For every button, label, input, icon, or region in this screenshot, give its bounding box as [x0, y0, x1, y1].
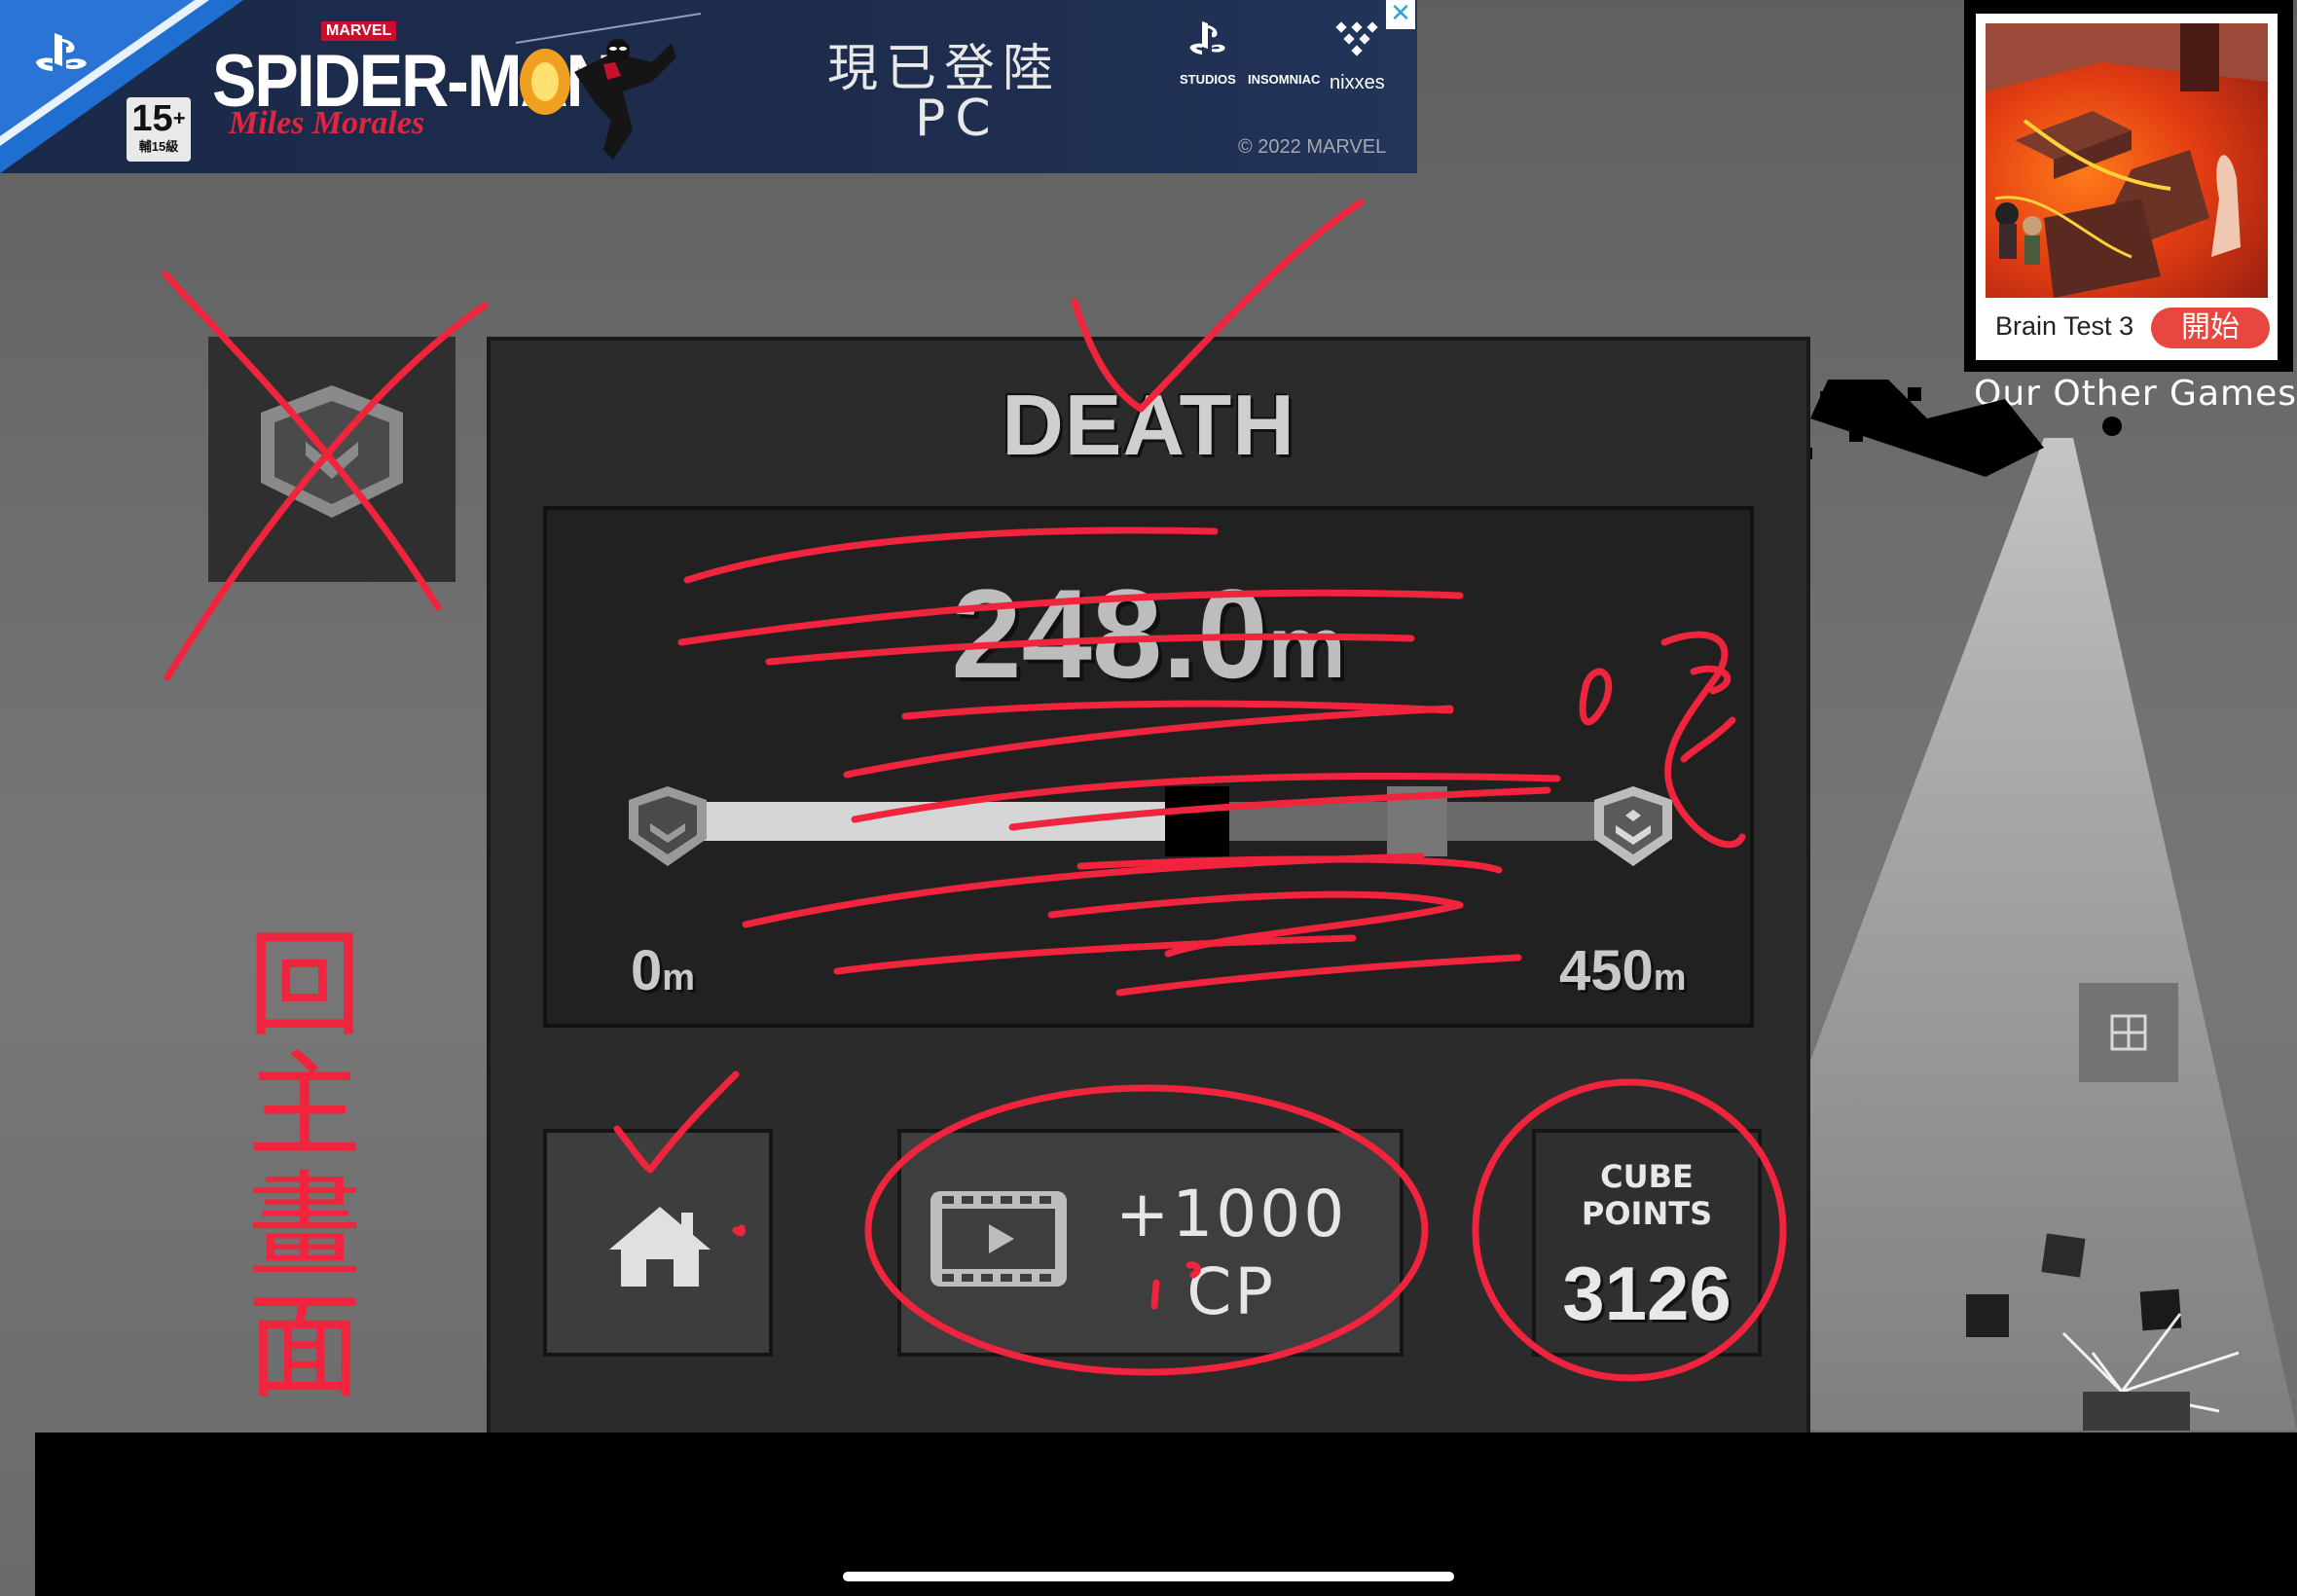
- reward-unit: CP: [1186, 1254, 1277, 1329]
- best-distance-marker: [1386, 786, 1447, 856]
- distance-value: 248.0: [951, 562, 1268, 705]
- spotlight-lens: [2102, 417, 2122, 436]
- cube-points-box: CUBE POINTS 3126: [1532, 1129, 1762, 1357]
- scale-end-value: 450: [1559, 939, 1654, 1002]
- promo-card-inner: Brain Test 3 開始: [1976, 14, 2278, 360]
- cp-reward-text: +1000 CP: [1115, 1176, 1347, 1331]
- studio-label: STUDIOS: [1180, 72, 1236, 87]
- distance-progress-fill: [693, 802, 1197, 841]
- death-title: DEATH: [1002, 377, 1295, 473]
- age-rating-badge: 15+ 輔15級: [127, 97, 191, 162]
- shield-badge-icon: [261, 385, 403, 518]
- watch-video-reward-button[interactable]: +1000 CP: [897, 1129, 1404, 1357]
- death-position-marker: [1164, 786, 1229, 856]
- playstation-logo-svg: [36, 33, 87, 71]
- insomniac-icon: [1248, 18, 1320, 72]
- goal-shield-icon: [1586, 780, 1680, 874]
- distance-readout: 248.0m: [547, 561, 1750, 707]
- playstation-studios-icon: [1180, 18, 1236, 72]
- scale-start-value: 0: [631, 939, 663, 1002]
- floating-cube: [2041, 1233, 2086, 1278]
- brain-test-3-thumbnail[interactable]: [1986, 23, 2268, 298]
- home-indicator-bar[interactable]: [843, 1572, 1454, 1581]
- distance-unit: m: [1267, 599, 1346, 697]
- home-button[interactable]: [543, 1129, 773, 1357]
- distance-box: 248.0m 0m 450m: [543, 506, 1754, 1028]
- scale-end-label: 450m: [1559, 938, 1687, 1003]
- studio-label: INSOMNIAC: [1248, 72, 1321, 87]
- playstation-logo-icon: [33, 29, 91, 90]
- grid-toggle-button[interactable]: [2079, 983, 2178, 1082]
- ps-studios-svg: [1189, 21, 1225, 54]
- ad-banner[interactable]: 15+ 輔15級 MARVEL SPIDER-MAN Miles Morales…: [0, 0, 1417, 173]
- insomniac-logo: INSOMNIAC: [1248, 18, 1320, 87]
- annotation-side-text: 回主畫面: [246, 918, 362, 1414]
- hero-figure-svg: [515, 13, 702, 160]
- death-panel: DEATH 248.0m 0m 450m +1000 CP CUBE POINT…: [487, 337, 1810, 1436]
- floating-cube: [1966, 1294, 2009, 1337]
- floating-cube: [2139, 1288, 2182, 1331]
- other-games-card[interactable]: Brain Test 3 開始: [1964, 0, 2293, 372]
- playstation-studios-logo: STUDIOS: [1180, 18, 1236, 87]
- reward-amount: +1000: [1115, 1177, 1348, 1251]
- cube-points-label: CUBE POINTS: [1581, 1158, 1713, 1232]
- spotlight-scenery: [1752, 380, 2297, 1431]
- ad-copyright: © 2022 MARVEL: [1238, 136, 1387, 158]
- start-shield-svg: [629, 786, 707, 866]
- goal-shield-svg: [1594, 786, 1672, 866]
- home-icon: [609, 1207, 711, 1287]
- distance-progress-track: [693, 786, 1608, 856]
- spider-man-hero-image: [506, 4, 720, 169]
- studio-label: nixxes: [1330, 72, 1385, 93]
- grid-icon: [2110, 1014, 2147, 1051]
- level-badge-button[interactable]: [208, 337, 456, 582]
- spotlight-body: [1810, 380, 2044, 477]
- promo-thumbnail-art: [1986, 23, 2268, 298]
- rating-plus: +: [172, 106, 186, 130]
- ad-subtitle: Miles Morales: [229, 105, 425, 141]
- cube-points-value: 3126: [1562, 1251, 1732, 1336]
- ad-platform: PC: [915, 90, 1001, 148]
- nixxes-svg: [1335, 21, 1379, 56]
- insomniac-svg: [1270, 21, 1289, 56]
- light-beam: [1752, 438, 2297, 1431]
- start-shield-icon: [621, 780, 714, 874]
- scale-unit: m: [662, 958, 696, 998]
- rating-sub: 輔15級: [138, 139, 179, 154]
- scale-unit: m: [1653, 958, 1687, 998]
- promo-start-button[interactable]: 開始: [2151, 308, 2270, 348]
- rating-number: 15: [131, 98, 173, 139]
- nixxes-icon: [1330, 18, 1385, 72]
- debris-block: [2083, 1392, 2190, 1431]
- ad-close-button[interactable]: ✕: [1386, 0, 1415, 29]
- video-play-icon: [930, 1191, 1067, 1287]
- scale-start-label: 0m: [631, 938, 695, 1003]
- promo-game-name: Brain Test 3: [1995, 311, 2134, 341]
- nixxes-logo: nixxes: [1330, 18, 1385, 94]
